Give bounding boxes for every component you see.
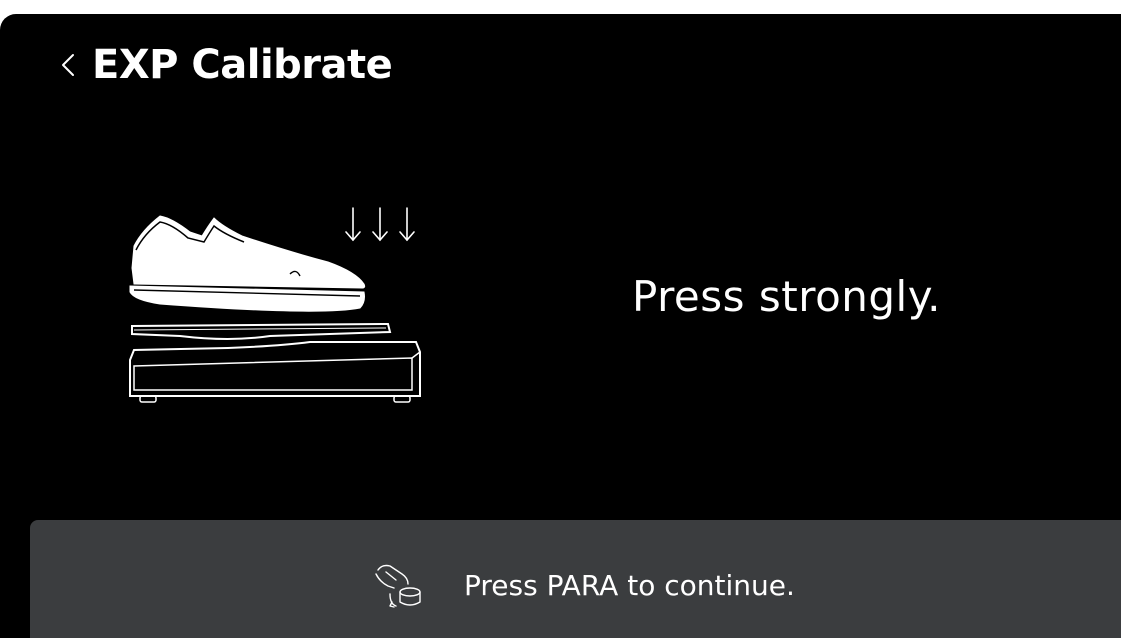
header: EXP Calibrate: [58, 30, 393, 100]
hand-turning-knob-icon: [372, 560, 424, 612]
shoe-pressing-pedal-illustration: [120, 200, 440, 410]
page-title: EXP Calibrate: [92, 42, 393, 88]
footer-hint-bar: Press PARA to continue.: [30, 520, 1121, 638]
calibration-screen: EXP Calibrate Press strongly. Press PARA…: [0, 14, 1121, 638]
instruction-text: Press strongly.: [632, 272, 941, 321]
shoe-icon: [131, 215, 366, 289]
chevron-left-icon[interactable]: [58, 45, 80, 85]
down-arrows-icon: [345, 207, 415, 242]
continue-hint-text: Press PARA to continue.: [464, 569, 795, 602]
